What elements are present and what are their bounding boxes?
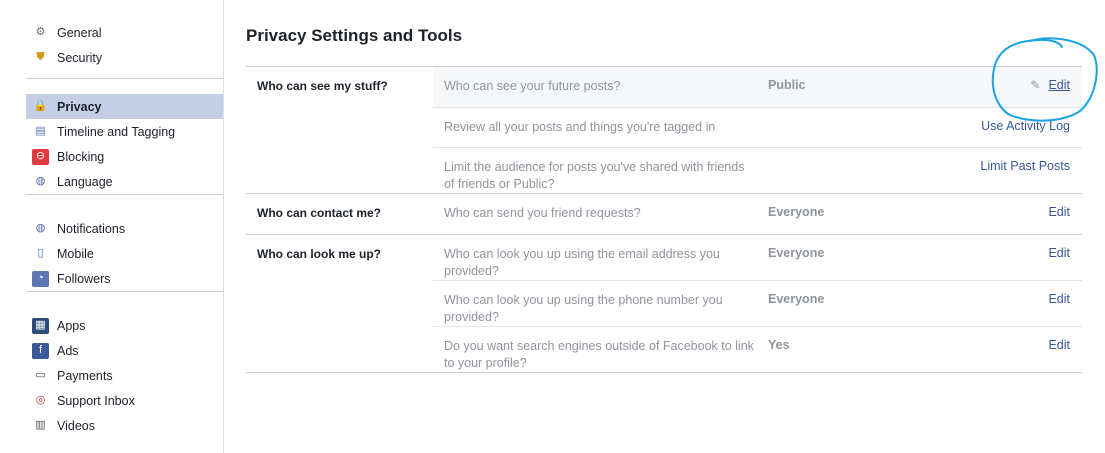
gears-icon: ⚙	[35, 26, 46, 38]
setting-value: Everyone	[768, 246, 825, 260]
privacy-settings-table: Who can see my stuff? Who can see your fu…	[246, 66, 1082, 373]
setting-row[interactable]: Review all your posts and things you're …	[433, 107, 1082, 147]
film-icon: ▥	[35, 419, 46, 431]
action-link-label[interactable]: Use Activity Log	[981, 119, 1070, 133]
badge-icon: ⛊	[36, 51, 45, 63]
action-link-label[interactable]: Edit	[1048, 246, 1070, 260]
action-link-label[interactable]: Edit	[1048, 292, 1070, 306]
sidebar-item-label: Mobile	[57, 246, 94, 261]
setting-row[interactable]: Limit the audience for posts you've shar…	[433, 147, 1082, 193]
sidebar-item-videos[interactable]: ▥ Videos	[26, 413, 223, 438]
rss-icon: ◔	[32, 270, 49, 287]
setting-question: Who can look you up using the phone numb…	[444, 293, 723, 324]
setting-question: Who can send you friend requests?	[444, 206, 641, 220]
sidebar-item-label: Notifications	[57, 221, 126, 236]
sidebar-item-language[interactable]: ◍ Language	[26, 169, 223, 194]
sidebar-item-label: Language	[57, 174, 113, 189]
settings-sidebar: ⚙ General ⛊ Security 🔒 Privacy ▤ Timeline and …	[0, 0, 224, 453]
setting-action-edit[interactable]: Edit	[897, 194, 1082, 219]
pencil-icon: ✎	[1030, 78, 1041, 92]
setting-row[interactable]: Do you want search engines outside of Fa…	[433, 326, 1082, 372]
sidebar-item-label: Timeline and Tagging	[57, 124, 176, 139]
sidebar-item-label: Followers	[57, 271, 111, 286]
setting-action-edit[interactable]: Edit	[897, 281, 1082, 306]
setting-action-limit-past-posts[interactable]: Limit Past Posts	[897, 148, 1082, 173]
sidebar-group-privacy: 🔒 Privacy ▤ Timeline and Tagging ⊖ Blocking ◍ L…	[26, 94, 223, 195]
settings-section: Who can look me up? Who can look you up u…	[246, 234, 1082, 372]
setting-row[interactable]: Who can look you up using the phone numb…	[433, 280, 1082, 326]
setting-row[interactable]: Who can see your future posts? Public ✎ Edi…	[433, 67, 1082, 107]
sidebar-item-blocking[interactable]: ⊖ Blocking	[26, 144, 223, 169]
sidebar-item-label: Security	[57, 50, 103, 65]
action-link-label[interactable]: Limit Past Posts	[980, 159, 1070, 173]
setting-question: Review all your posts and things you're …	[444, 120, 716, 134]
sidebar-group-account: ⚙ General ⛊ Security	[26, 20, 223, 79]
sidebar-item-followers[interactable]: ◔ Followers	[26, 266, 223, 291]
ads-icon: f	[32, 342, 49, 359]
setting-value: Everyone	[768, 292, 825, 306]
sidebar-item-label: Apps	[57, 318, 86, 333]
setting-value: Everyone	[768, 205, 825, 219]
settings-section: Who can see my stuff? Who can see your fu…	[246, 67, 1082, 193]
lifebuoy-icon: ◎	[35, 394, 46, 406]
setting-question: Who can look you up using the email addr…	[444, 247, 720, 278]
section-rows: Who can look you up using the email addr…	[433, 235, 1082, 372]
sidebar-item-label: Videos	[57, 418, 95, 433]
sidebar-item-security[interactable]: ⛊ Security	[26, 45, 223, 70]
section-label: Who can contact me?	[257, 206, 382, 220]
sidebar-item-label: General	[57, 25, 102, 40]
action-link-label[interactable]: Edit	[1048, 338, 1070, 352]
sidebar-item-label: Payments	[57, 368, 113, 383]
sidebar-item-timeline-and-tagging[interactable]: ▤ Timeline and Tagging	[26, 119, 223, 144]
page-title: Privacy Settings and Tools	[246, 26, 463, 45]
setting-action-edit[interactable]: ✎ Edit	[897, 67, 1082, 92]
sidebar-item-general[interactable]: ⚙ General	[26, 20, 223, 45]
setting-value	[757, 148, 897, 159]
setting-value: Public	[768, 78, 806, 92]
section-rows: Who can see your future posts? Public ✎ Edi…	[433, 67, 1082, 193]
block-icon: ⊖	[32, 148, 49, 165]
setting-action-edit[interactable]: Edit	[897, 327, 1082, 352]
sidebar-item-apps[interactable]: ▦ Apps	[26, 313, 223, 338]
setting-value	[757, 108, 897, 119]
sidebar-item-privacy[interactable]: 🔒 Privacy	[26, 94, 223, 119]
sidebar-group-apps: ▦ Apps f Ads ▭ Payments ◎ Support Inbox ▥ Videos	[26, 313, 223, 438]
sidebar-item-label: Blocking	[57, 149, 105, 164]
sidebar-item-payments[interactable]: ▭ Payments	[26, 363, 223, 388]
action-link-label[interactable]: Edit	[1048, 78, 1070, 92]
card-icon: ▭	[35, 369, 46, 381]
setting-question: Limit the audience for posts you've shar…	[444, 160, 745, 191]
section-label: Who can see my stuff?	[257, 79, 388, 93]
section-label: Who can look me up?	[257, 247, 382, 261]
setting-row[interactable]: Who can send you friend requests? Everyon…	[433, 194, 1082, 234]
setting-action-edit[interactable]: Edit	[897, 235, 1082, 260]
apps-icon: ▦	[32, 317, 49, 334]
sidebar-item-label: Privacy	[57, 99, 102, 114]
sidebar-item-mobile[interactable]: ▯ Mobile	[26, 241, 223, 266]
setting-question: Do you want search engines outside of Fa…	[444, 339, 754, 370]
globe-icon: ◍	[35, 175, 46, 187]
setting-row[interactable]: Who can look you up using the email addr…	[433, 235, 1082, 280]
globe-notify-icon: ◍	[35, 222, 46, 234]
action-link-label[interactable]: Edit	[1048, 205, 1070, 219]
sidebar-group-notifications: ◍ Notifications ▯ Mobile ◔ Followers	[26, 216, 223, 292]
sidebar-item-ads[interactable]: f Ads	[26, 338, 223, 363]
lock-icon: 🔒	[33, 100, 48, 112]
setting-action-use-activity-log[interactable]: Use Activity Log	[897, 108, 1082, 133]
setting-question: Who can see your future posts?	[444, 79, 621, 93]
settings-section: Who can contact me? Who can send you frie…	[246, 193, 1082, 234]
sidebar-item-notifications[interactable]: ◍ Notifications	[26, 216, 223, 241]
sidebar-item-label: Support Inbox	[57, 393, 135, 408]
sidebar-item-label: Ads	[57, 343, 79, 358]
sidebar-item-support-inbox[interactable]: ◎ Support Inbox	[26, 388, 223, 413]
setting-value: Yes	[768, 338, 790, 352]
section-rows: Who can send you friend requests? Everyon…	[433, 194, 1082, 234]
timeline-icon: ▤	[35, 125, 46, 137]
phone-icon: ▯	[37, 247, 44, 259]
